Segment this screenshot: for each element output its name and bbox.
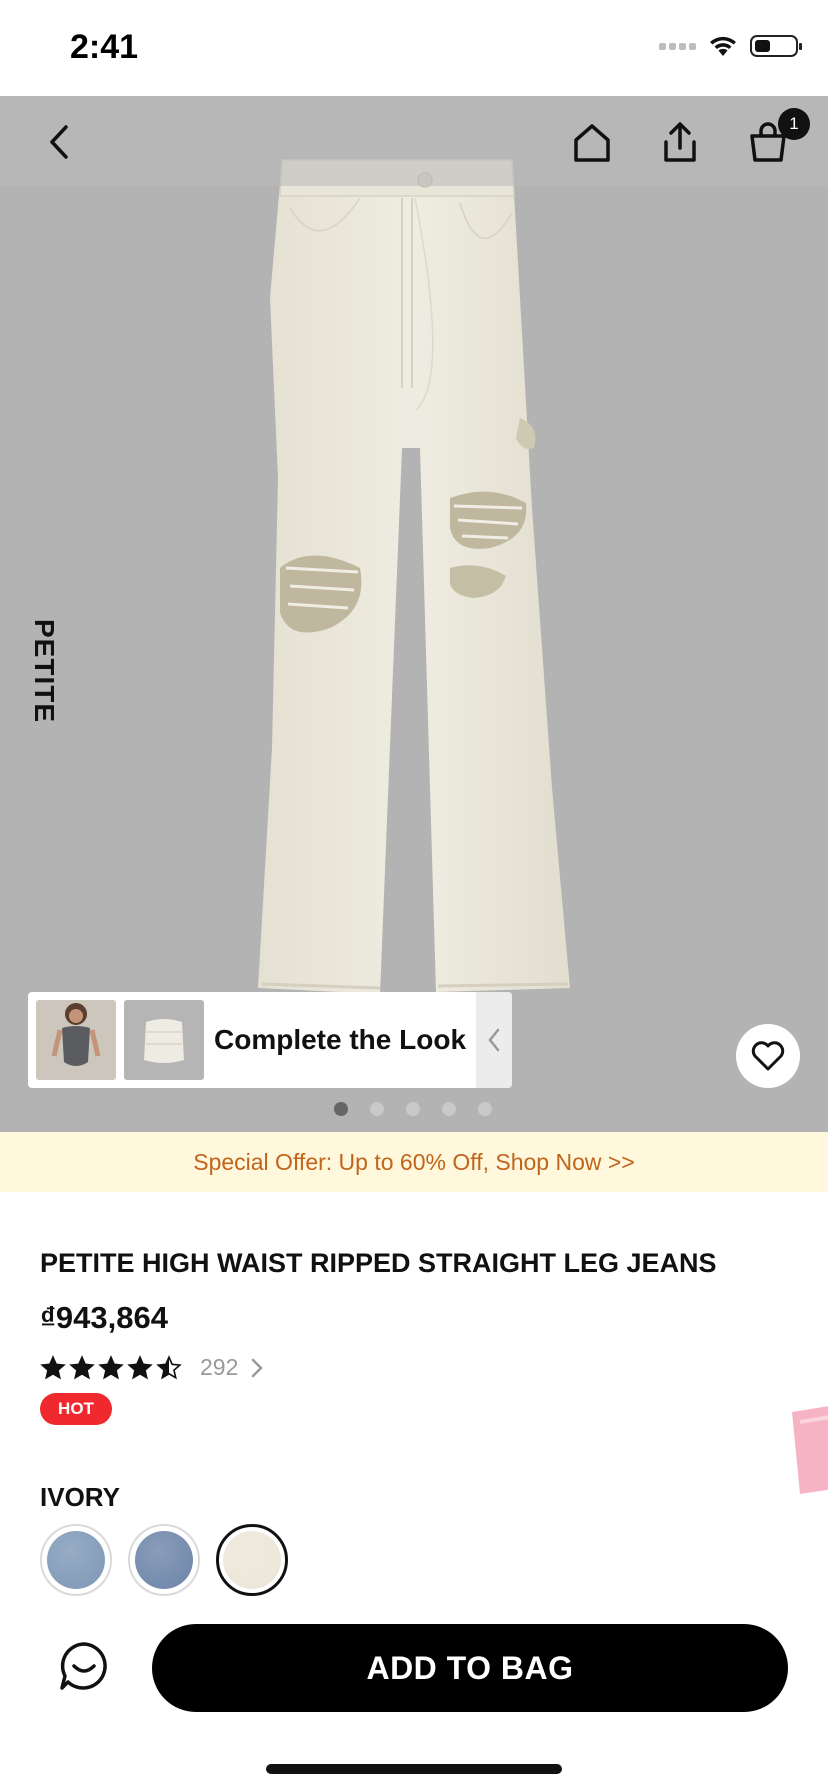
color-swatch-medium-blue-denim[interactable] [128,1524,200,1596]
home-icon [574,124,610,162]
heart-icon [751,1041,785,1071]
gallery-dot[interactable] [406,1102,420,1116]
wifi-icon [710,36,736,56]
product-gallery[interactable]: 1 PETITE Complete the Look [0,96,828,1132]
selected-color-label: IVORY [40,1482,120,1512]
share-button[interactable] [652,114,708,170]
rating-row[interactable]: 292 [40,1354,264,1381]
hot-badge: HOT [40,1393,112,1425]
color-swatches [40,1524,288,1596]
status-indicators [659,34,802,58]
cart-count-badge: 1 [778,108,810,140]
product-title: PETITE HIGH WAIST RIPPED STRAIGHT LEG JE… [40,1248,717,1278]
back-button[interactable] [32,114,88,170]
complete-the-look-card[interactable]: Complete the Look [28,992,512,1088]
gallery-pagination[interactable] [334,1102,492,1116]
look-thumbnail-top[interactable] [124,1000,204,1080]
battery-level [755,40,770,52]
cellular-signal-icon [659,42,696,50]
gallery-dot[interactable] [334,1102,348,1116]
color-swatch-ivory[interactable] [216,1524,288,1596]
swatch-color [47,1531,105,1589]
chat-icon [60,1642,107,1690]
status-time: 2:41 [70,28,139,66]
star-filled-icon [40,1354,66,1379]
product-image [258,159,570,994]
swatch-color [223,1531,281,1589]
petite-label: PETITE [29,618,60,724]
color-swatch-light-blue-denim[interactable] [40,1524,112,1596]
rating-stars [40,1354,182,1381]
share-icon [664,122,696,162]
special-offer-banner[interactable]: Special Offer: Up to 60% Off, Shop Now >… [0,1132,828,1192]
home-indicator [266,1764,562,1774]
gallery-dot[interactable] [478,1102,492,1116]
gallery-dot[interactable] [442,1102,456,1116]
star-filled-icon [98,1354,124,1379]
top-navigation: 1 [0,96,828,186]
star-half-icon [156,1354,182,1379]
swatch-color [135,1531,193,1589]
floating-coupon-sticker[interactable] [788,1402,828,1496]
complete-the-look-label: Complete the Look [214,1024,467,1055]
star-filled-icon [69,1354,95,1379]
add-to-bag-button[interactable]: ADD TO BAG [152,1624,788,1712]
back-icon [50,125,68,159]
collapse-look-button[interactable] [476,992,512,1088]
battery-icon [750,35,802,57]
cart-button[interactable]: 1 [740,108,810,170]
customer-service-button[interactable] [56,1638,112,1694]
product-price: ₫943,864 [40,1300,168,1335]
star-filled-icon [127,1354,153,1379]
chevron-left-icon [488,1028,500,1052]
status-bar: 2:41 [0,0,828,96]
gallery-dot[interactable] [370,1102,384,1116]
review-count: 292 [200,1354,239,1380]
home-button[interactable] [564,114,620,170]
chevron-right-icon [252,1358,264,1377]
look-thumbnail-bodysuit[interactable] [36,1000,116,1080]
wishlist-button[interactable] [736,1024,800,1088]
